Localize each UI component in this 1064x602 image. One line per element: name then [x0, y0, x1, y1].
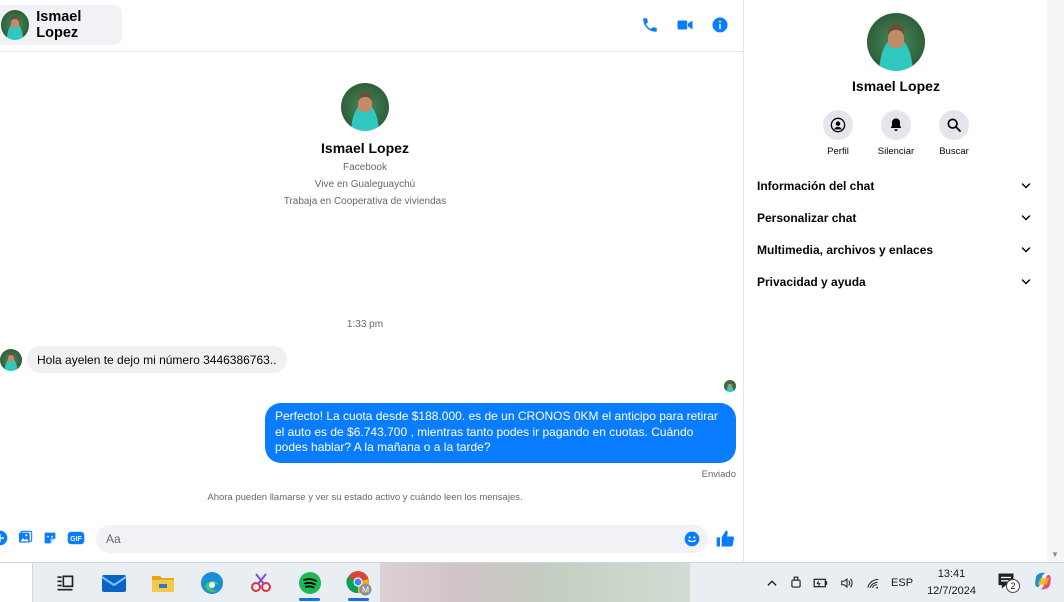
- widgets-icon: [57, 575, 73, 591]
- intro-location: Vive en Gualeguaychú: [314, 179, 416, 190]
- copilot-icon: [1035, 572, 1051, 589]
- gif-icon[interactable]: GIF: [67, 530, 85, 546]
- seen-avatar: [724, 380, 736, 392]
- chevron-down-icon: [1021, 215, 1031, 221]
- header-contact-button[interactable]: Ismael Lopez: [0, 5, 122, 45]
- wifi-icon[interactable]: [865, 576, 881, 590]
- snipping-tool-icon: [250, 573, 271, 592]
- chevron-up-icon[interactable]: [765, 576, 779, 590]
- image-icon[interactable]: [17, 530, 33, 546]
- header-contact-name: Ismael Lopez: [36, 9, 82, 41]
- taskbar-apps: M: [40, 563, 383, 602]
- message-timestamp: 1:33 pm: [346, 319, 384, 330]
- section-privacy-help-label: Privacidad y ayuda: [757, 275, 866, 289]
- chevron-down-icon: [1021, 183, 1031, 189]
- system-tray: ESP 13:41 12/7/2024 2: [765, 563, 1064, 602]
- clock-date: 12/7/2024: [927, 585, 976, 597]
- chrome-profile-badge: M: [361, 585, 368, 595]
- header-avatar: [1, 10, 30, 40]
- plus-circle-icon[interactable]: [0, 530, 8, 546]
- chevron-down-icon: [1021, 247, 1031, 253]
- tray-icons: [765, 576, 881, 590]
- search-icon: [947, 118, 961, 132]
- panel-actions: Perfil Silenciar Buscar: [820, 110, 972, 157]
- bell-icon: [890, 118, 902, 131]
- device-icon[interactable]: [789, 576, 803, 590]
- conversation-area: Ismael Lopez Facebook Vive en Gualeguayc…: [0, 52, 743, 562]
- mute-label: Silenciar: [877, 146, 915, 157]
- clock[interactable]: 13:41 12/7/2024: [927, 566, 976, 600]
- profile-icon: [830, 117, 846, 133]
- file-explorer-icon: [151, 576, 174, 592]
- edge-icon: [200, 572, 223, 594]
- battery-plug-icon[interactable]: [813, 576, 829, 590]
- outgoing-bubble[interactable]: Perfecto! La cuota desde $188.000. es de…: [265, 403, 736, 463]
- mute-button[interactable]: Silenciar: [878, 110, 914, 157]
- svg-text:GIF: GIF: [70, 536, 82, 543]
- search-label: Buscar: [939, 146, 969, 157]
- taskbar-mail[interactable]: [89, 563, 138, 602]
- chrome-icon: M: [346, 571, 371, 596]
- composer-tools: GIF: [0, 530, 85, 546]
- taskbar-edge[interactable]: [187, 563, 236, 602]
- sender-avatar[interactable]: [0, 348, 22, 371]
- incoming-message: Hola ayelen te dejo mi número 3446386763…: [0, 346, 287, 373]
- profile-circle[interactable]: [823, 110, 853, 140]
- profile-label: Perfil: [827, 146, 849, 157]
- panel-contact-name: Ismael Lopez: [852, 78, 940, 94]
- volume-icon[interactable]: [839, 576, 855, 590]
- header-actions: [641, 16, 729, 34]
- taskbar-snipping-tool[interactable]: [236, 563, 285, 602]
- notifications-button[interactable]: 2: [996, 571, 1020, 596]
- taskbar-chrome[interactable]: M: [334, 563, 383, 602]
- windows-taskbar: M ESP 13:41 12/7/2024 2: [0, 562, 1064, 602]
- notification-count: 2: [1006, 578, 1020, 593]
- taskbar-wallpaper-glimpse: [380, 563, 690, 602]
- search-button[interactable]: Buscar: [936, 110, 972, 157]
- like-icon[interactable]: [715, 529, 735, 549]
- intro-work: Trabaja en Cooperativa de viviendas: [283, 196, 447, 207]
- message-status: Enviado: [701, 469, 736, 480]
- video-icon[interactable]: [676, 16, 694, 34]
- spotify-icon: [298, 572, 321, 594]
- contact-intro: Ismael Lopez Facebook Vive en Gualeguayc…: [0, 83, 730, 207]
- section-chat-info-label: Información del chat: [757, 179, 875, 193]
- language-indicator[interactable]: ESP: [891, 577, 913, 589]
- section-privacy-help[interactable]: Privacidad y ayuda: [744, 266, 1048, 298]
- intro-avatar[interactable]: [341, 83, 389, 131]
- incoming-bubble[interactable]: Hola ayelen te dejo mi número 3446386763…: [27, 346, 287, 373]
- phone-icon[interactable]: [641, 16, 659, 34]
- taskbar-widgets[interactable]: [40, 563, 89, 602]
- scroll-down-arrow-icon[interactable]: ▼: [1051, 550, 1059, 559]
- taskbar-spotify[interactable]: [285, 563, 334, 602]
- section-media-files-label: Multimedia, archivos y enlaces: [757, 243, 934, 257]
- copilot-button[interactable]: [1032, 570, 1054, 597]
- info-icon[interactable]: [711, 16, 729, 34]
- clock-time: 13:41: [937, 568, 966, 580]
- section-media-files[interactable]: Multimedia, archivos y enlaces: [744, 234, 1048, 266]
- intro-source: Facebook: [343, 162, 387, 173]
- window-scrollbar[interactable]: [1047, 0, 1064, 562]
- emoji-icon[interactable]: [684, 531, 700, 547]
- section-customize-chat-label: Personalizar chat: [757, 211, 857, 225]
- intro-name: Ismael Lopez: [321, 140, 409, 156]
- profile-button[interactable]: Perfil: [820, 110, 856, 157]
- section-chat-info[interactable]: Información del chat: [744, 170, 1048, 202]
- search-circle[interactable]: [939, 110, 969, 140]
- sticker-icon[interactable]: [42, 530, 58, 546]
- panel-sections: Información del chat Personalizar chat M…: [744, 170, 1048, 298]
- chat-header: Ismael Lopez: [0, 0, 743, 52]
- message-input[interactable]: [96, 525, 708, 553]
- taskbar-start-area[interactable]: [0, 563, 33, 602]
- mute-circle[interactable]: [881, 110, 911, 140]
- taskbar-file-explorer[interactable]: [138, 563, 187, 602]
- privacy-info-line: Ahora pueden llamarse y ver su estado ac…: [207, 492, 523, 503]
- mail-icon: [100, 575, 127, 592]
- chat-details-panel: Ismael Lopez Perfil Silenciar Buscar Inf…: [743, 0, 1047, 562]
- message-composer: GIF: [0, 524, 743, 554]
- panel-avatar[interactable]: [867, 13, 925, 71]
- section-customize-chat[interactable]: Personalizar chat: [744, 202, 1048, 234]
- chevron-down-icon: [1021, 279, 1031, 285]
